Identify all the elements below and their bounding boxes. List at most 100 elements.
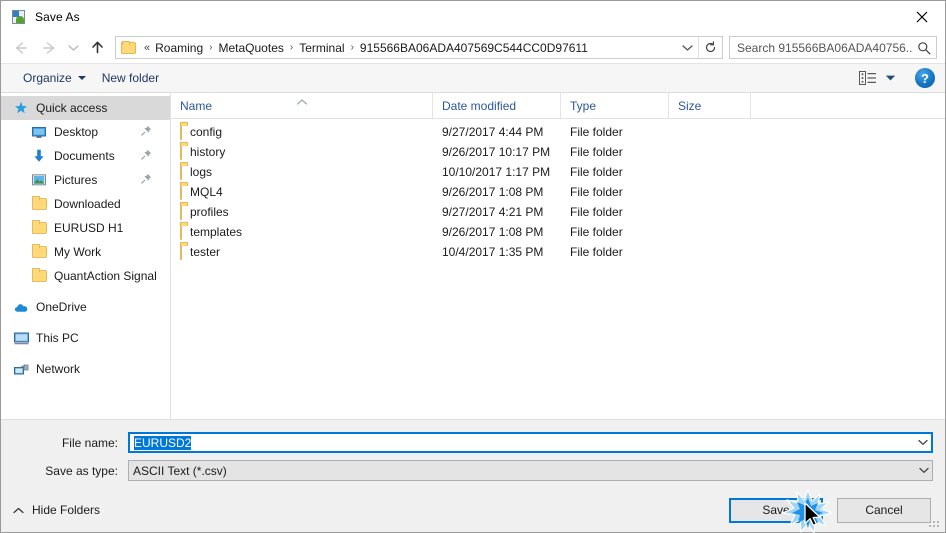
resize-grip-icon[interactable] [929,516,941,528]
search-input[interactable]: Search 915566BA06ADA40756... [730,41,912,55]
table-row[interactable]: config 9/27/2017 4:44 PM File folder [171,122,945,142]
sidebar-item-label: OneDrive [36,300,87,314]
folder-icon [180,144,182,160]
refresh-button[interactable] [698,37,722,58]
table-row[interactable]: profiles 9/27/2017 4:21 PM File folder [171,202,945,222]
up-button[interactable] [83,36,111,60]
sidebar-item-documents[interactable]: Documents [1,144,170,168]
search-icon [912,41,936,55]
table-row[interactable]: MQL4 9/26/2017 1:08 PM File folder [171,182,945,202]
hide-folders-button[interactable]: Hide Folders [13,503,100,517]
file-name-dropdown-button[interactable] [914,439,931,446]
hide-folders-label: Hide Folders [32,503,101,517]
sidebar-item-downloaded[interactable]: Downloaded [1,192,170,216]
column-label: Date modified [442,98,517,113]
breadcrumb-item-metaquotes[interactable]: MetaQuotes [217,41,286,55]
computer-icon [13,330,29,346]
sidebar-item-this-pc[interactable]: This PC [1,326,170,350]
file-list: config 9/27/2017 4:44 PM File folder his… [171,119,945,419]
file-name-input[interactable]: EURUSD2 [128,432,933,453]
organize-button[interactable]: Organize [15,68,94,88]
address-bar[interactable]: « Roaming › MetaQuotes › Terminal › 9155… [115,36,723,59]
file-name: tester [190,245,221,259]
documents-icon [31,148,47,164]
back-button[interactable] [7,36,35,60]
help-button[interactable]: ? [915,68,935,88]
file-date-cell: 10/10/2017 1:17 PM [442,165,551,179]
table-row[interactable]: logs 10/10/2017 1:17 PM File folder [171,162,945,182]
file-type-cell: File folder [570,225,623,239]
folder-icon [180,224,182,240]
sidebar-item-onedrive[interactable]: OneDrive [1,295,170,319]
close-button[interactable] [899,1,945,32]
folder-icon [31,268,47,284]
file-name-cell: templates [171,224,433,240]
column-header-name[interactable]: Name [171,93,433,118]
navigation-bar: « Roaming › MetaQuotes › Terminal › 9155… [1,32,945,63]
folder-icon [180,184,182,200]
sidebar-item-my-work[interactable]: My Work [1,240,170,264]
search-box[interactable]: Search 915566BA06ADA40756... [729,36,937,59]
view-layout-icon[interactable] [857,69,879,87]
file-name-text: EURUSD2 [134,435,192,450]
toolbar: Organize New folder ? [1,63,945,93]
sidebar-item-quantaction-signal[interactable]: QuantAction Signal [1,264,170,288]
table-row[interactable]: history 9/26/2017 10:17 PM File folder [171,142,945,162]
save-as-type-dropdown-button[interactable] [915,467,932,474]
recent-locations-button[interactable] [63,36,83,60]
cancel-button[interactable]: Cancel [837,497,931,523]
arrow-right-icon [43,41,55,54]
breadcrumb-item-terminal[interactable]: Terminal [297,41,346,55]
new-folder-button[interactable]: New folder [94,68,167,88]
pin-icon [141,173,152,187]
table-row[interactable]: tester 10/4/2017 1:35 PM File folder [171,242,945,262]
file-date-cell: 10/4/2017 1:35 PM [442,245,544,259]
view-dropdown-button[interactable] [881,69,899,87]
file-name-label: File name: [61,435,118,450]
forward-button[interactable] [35,36,63,60]
file-name: logs [190,165,213,179]
column-header-type[interactable]: Type [561,93,669,118]
column-header-row: Name Date modified Type Size [171,93,945,119]
save-as-type-select[interactable]: ASCII Text (*.csv) [128,460,933,481]
file-name-value: EURUSD2 [130,435,914,450]
column-header-size[interactable]: Size [669,93,751,118]
table-row[interactable]: templates 9/26/2017 1:08 PM File folder [171,222,945,242]
chevron-down-icon [917,439,928,445]
breadcrumb-item-instance[interactable]: 915566BA06ADA407569C544CC0D97611 [358,41,590,55]
breadcrumb-overflow[interactable]: « [142,42,153,54]
column-header-filler [751,93,945,118]
save-button[interactable]: Save [729,497,823,523]
sidebar-item-eurusd-h1[interactable]: EURUSD H1 [1,216,170,240]
file-name-row: File name: EURUSD2 [13,432,933,453]
sidebar-item-desktop[interactable]: Desktop [1,120,170,144]
file-type-cell: File folder [570,165,623,179]
file-name: MQL4 [190,185,223,199]
sidebar-item-quick-access[interactable]: Quick access [1,96,170,120]
breadcrumb-separator: › [289,42,294,53]
title-bar: Save As [1,1,945,32]
toolbar-right-group: ? [857,68,935,88]
save-as-icon [11,9,27,25]
cancel-label: Cancel [865,503,903,517]
chevron-down-icon [681,44,693,51]
arrow-left-icon [15,41,27,54]
folder-icon [180,204,182,220]
file-list-pane: Name Date modified Type Size config 9/27… [171,93,945,419]
sort-ascending-icon [296,94,307,108]
column-header-date-modified[interactable]: Date modified [433,93,561,118]
file-name-cell: MQL4 [171,184,433,200]
chevron-down-icon [918,467,929,473]
onedrive-icon [13,299,29,315]
sidebar-item-label: Quick access [36,101,108,115]
star-icon [13,100,29,116]
sidebar-item-label: EURUSD H1 [54,221,124,235]
chevron-up-icon [13,503,24,517]
column-label: Name [180,98,213,113]
sidebar-item-network[interactable]: Network [1,357,170,381]
sidebar-item-pictures[interactable]: Pictures [1,168,170,192]
address-dropdown-button[interactable] [676,37,698,58]
file-name: config [190,125,223,139]
breadcrumb-item-roaming[interactable]: Roaming [153,41,205,55]
